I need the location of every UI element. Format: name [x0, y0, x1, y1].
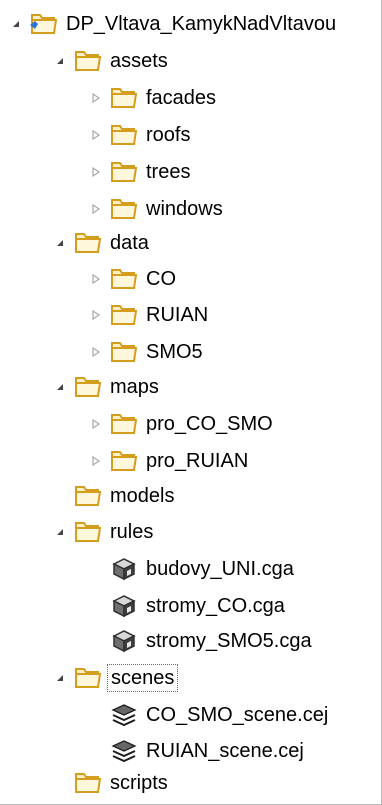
cga-file-icon [108, 627, 140, 655]
tree-item-stromy-co-cga[interactable]: stromy_CO.cga [88, 589, 285, 623]
tree-item-label: pro_CO_SMO [146, 413, 273, 435]
folder-icon [72, 373, 104, 401]
tree-item-label: models [110, 485, 175, 507]
expanded-triangle-icon[interactable] [52, 670, 68, 686]
project-explorer-tree: DP_Vltava_KamykNadVltavou assets facades [0, 0, 382, 805]
tree-item-project[interactable]: DP_Vltava_KamykNadVltavou [8, 7, 336, 41]
collapsed-triangle-icon[interactable] [88, 271, 104, 287]
collapsed-triangle-icon[interactable] [88, 90, 104, 106]
tree-item-label: data [110, 232, 149, 254]
collapsed-triangle-icon[interactable] [88, 127, 104, 143]
collapsed-triangle-icon[interactable] [88, 164, 104, 180]
toggle-spacer [88, 598, 104, 614]
tree-item-label: roofs [146, 124, 191, 146]
tree-item-label: CO [146, 268, 176, 290]
folder-icon [108, 410, 140, 438]
tree-item-label: RUIAN [146, 304, 209, 326]
tree-item-label: stromy_CO.cga [146, 595, 285, 617]
toggle-spacer [52, 775, 68, 791]
tree-item-label: DP_Vltava_KamykNadVltavou [66, 13, 337, 35]
tree-item-label: scripts [110, 772, 168, 794]
tree-item-label: SMO5 [146, 341, 203, 363]
tree-item-ruian[interactable]: RUIAN [88, 298, 208, 332]
expanded-triangle-icon[interactable] [52, 53, 68, 69]
expanded-triangle-icon[interactable] [52, 235, 68, 251]
expanded-triangle-icon[interactable] [52, 524, 68, 540]
folder-icon [72, 229, 104, 257]
tree-item-assets[interactable]: assets [52, 44, 168, 78]
tree-item-budovy-uni-cga[interactable]: budovy_UNI.cga [88, 552, 294, 586]
tree-item-pro-co-smo[interactable]: pro_CO_SMO [88, 407, 273, 441]
tree-item-label: CO_SMO_scene.cej [146, 704, 329, 726]
tree-item-label: facades [146, 87, 217, 109]
expanded-triangle-icon[interactable] [52, 379, 68, 395]
tree-item-co[interactable]: CO [88, 262, 176, 296]
toggle-spacer [88, 707, 104, 723]
project-folder-icon [28, 10, 60, 38]
folder-icon [72, 47, 104, 75]
tree-item-data[interactable]: data [52, 226, 149, 260]
tree-item-maps[interactable]: maps [52, 370, 159, 404]
collapsed-triangle-icon[interactable] [88, 453, 104, 469]
tree-item-ruian-scene-cej[interactable]: RUIAN_scene.cej [88, 734, 304, 768]
cga-file-icon [108, 555, 140, 583]
tree-item-label: pro_RUIAN [146, 450, 249, 472]
tree-item-label: budovy_UNI.cga [146, 558, 294, 580]
folder-icon [108, 447, 140, 475]
tree-item-rules[interactable]: rules [52, 515, 153, 549]
toggle-spacer [88, 561, 104, 577]
collapsed-triangle-icon[interactable] [88, 307, 104, 323]
scene-file-icon [108, 701, 140, 729]
toggle-spacer [52, 488, 68, 504]
folder-icon [108, 84, 140, 112]
tree-item-label: windows [146, 198, 223, 220]
tree-item-scenes[interactable]: scenes [52, 661, 179, 695]
folder-icon [108, 121, 140, 149]
tree-item-models[interactable]: models [52, 479, 174, 513]
folder-icon [108, 338, 140, 366]
tree-item-label: maps [110, 376, 159, 398]
folder-icon [72, 518, 104, 546]
toggle-spacer [88, 633, 104, 649]
tree-item-label: trees [146, 161, 191, 183]
collapsed-triangle-icon[interactable] [88, 416, 104, 432]
tree-item-label: RUIAN_scene.cej [146, 740, 304, 762]
collapsed-triangle-icon[interactable] [88, 201, 104, 217]
tree-item-trees[interactable]: trees [88, 155, 190, 189]
expanded-triangle-icon[interactable] [8, 16, 24, 32]
tree-item-pro-ruian[interactable]: pro_RUIAN [88, 444, 248, 478]
tree-item-co-smo-scene-cej[interactable]: CO_SMO_scene.cej [88, 698, 328, 732]
folder-icon [72, 482, 104, 510]
tree-item-smo5[interactable]: SMO5 [88, 335, 203, 369]
folder-icon [108, 158, 140, 186]
folder-icon [72, 664, 104, 692]
tree-item-label: stromy_SMO5.cga [146, 630, 312, 652]
tree-item-facades[interactable]: facades [88, 81, 216, 115]
folder-icon [108, 301, 140, 329]
folder-icon [72, 769, 104, 797]
tree-item-stromy-smo5-cga[interactable]: stromy_SMO5.cga [88, 624, 312, 658]
tree-item-scripts[interactable]: scripts [52, 766, 168, 800]
collapsed-triangle-icon[interactable] [88, 344, 104, 360]
tree-item-roofs[interactable]: roofs [88, 118, 190, 152]
folder-icon [108, 195, 140, 223]
folder-icon [108, 265, 140, 293]
tree-item-label: rules [110, 521, 154, 543]
tree-item-label-selected: scenes [107, 664, 179, 692]
tree-item-windows[interactable]: windows [88, 192, 223, 226]
tree-item-label: assets [110, 50, 168, 72]
scene-file-icon [108, 737, 140, 765]
cga-file-icon [108, 592, 140, 620]
toggle-spacer [88, 743, 104, 759]
